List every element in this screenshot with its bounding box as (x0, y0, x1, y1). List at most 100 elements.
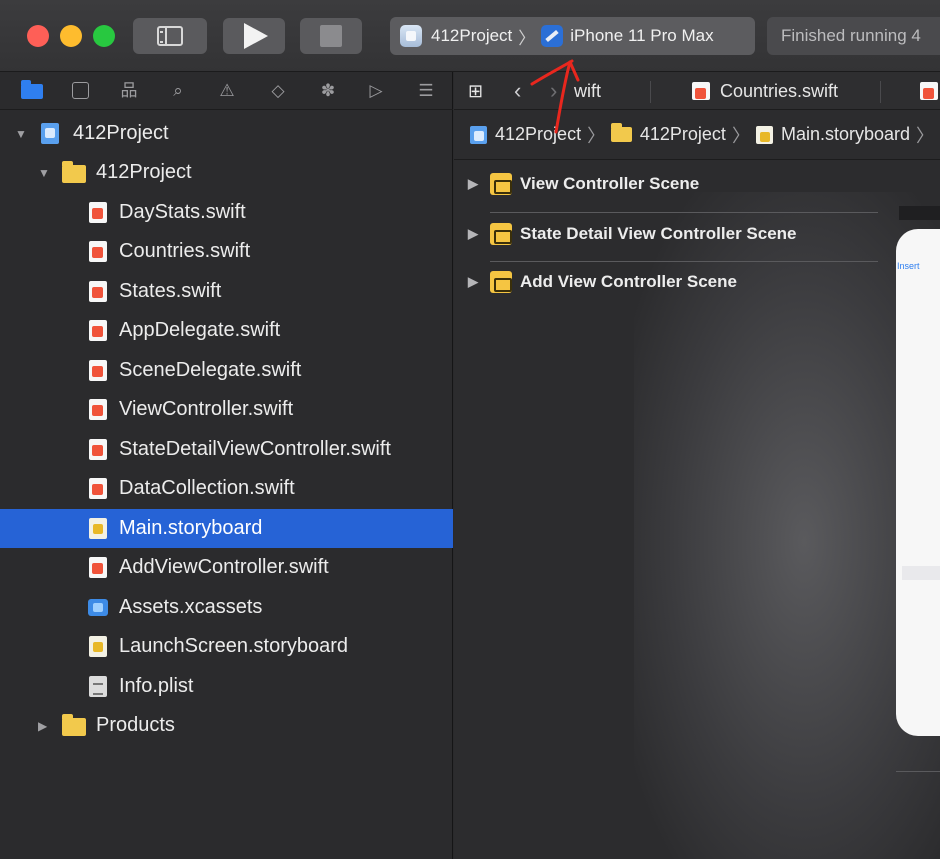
run-button[interactable] (223, 18, 285, 54)
stop-icon (320, 25, 342, 47)
file-row[interactable]: StateDetailViewController.swift (0, 430, 453, 469)
scene-label: Add View Controller Scene (520, 272, 737, 291)
project-navigator: 品 ⌕ ⚠ ◇ ✽ ▷ ☰ ▼ 412Project ▼ 412Project … (0, 72, 453, 859)
warning-icon[interactable]: ⚠ (217, 81, 237, 101)
chevron-right-icon: 〉 (916, 125, 935, 146)
related-items-icon[interactable]: ⊞ (468, 72, 483, 110)
file-label: Main.storyboard (119, 517, 263, 539)
storyboard-file-icon (755, 125, 773, 144)
canvas-insert-label[interactable]: Insert (897, 261, 920, 271)
file-row[interactable]: AppDelegate.swift (0, 311, 453, 350)
debug-icon[interactable]: ✽ (318, 81, 338, 101)
stop-button[interactable] (300, 18, 362, 54)
swift-file-icon (89, 281, 107, 302)
file-label: DayStats.swift (119, 201, 246, 223)
tab-label: Countries.swift (720, 80, 839, 101)
chevron-right-icon: 〉 (518, 28, 536, 48)
swift-file-icon (89, 557, 107, 578)
file-row[interactable]: SceneDelegate.swift (0, 351, 453, 390)
file-label: Assets.xcassets (119, 596, 263, 618)
assets-folder-icon (88, 599, 108, 616)
report-icon[interactable]: ☰ (416, 81, 436, 101)
test-icon[interactable]: ◇ (268, 81, 288, 101)
swift-file-icon (89, 399, 107, 420)
app-icon (400, 25, 422, 47)
products-group-row[interactable]: ▶ Products (0, 706, 453, 745)
scheme-selector[interactable]: 412Project 〉 iPhone 11 Pro Max (390, 17, 755, 55)
group-row[interactable]: ▼ 412Project (0, 153, 453, 192)
toolbar: 412Project 〉 iPhone 11 Pro Max Finished … (0, 0, 940, 72)
disclosure-closed-icon[interactable]: ▶ (468, 274, 478, 290)
breakpoint-icon[interactable]: ▷ (366, 81, 386, 101)
tab-overflow[interactable] (920, 72, 940, 110)
file-row[interactable]: States.swift (0, 272, 453, 311)
scheme-project[interactable]: 412Project (431, 26, 512, 46)
disclosure-closed-icon[interactable]: ▶ (468, 226, 478, 242)
project-name: 412Project (73, 122, 169, 144)
scene-icon (490, 223, 512, 245)
file-label: Countries.swift (119, 240, 251, 262)
file-label: SceneDelegate.swift (119, 359, 302, 381)
folder-icon (62, 161, 86, 183)
annotation-arrow-icon (530, 59, 580, 134)
project-icon (470, 125, 488, 144)
scene-label: State Detail View Controller Scene (520, 224, 797, 243)
scene-row[interactable]: ▶ State Detail View Controller Scene (454, 210, 884, 258)
activity-status: Finished running 4 (767, 17, 940, 55)
storyboard-device-frame[interactable] (896, 229, 940, 736)
storyboard-file-icon (89, 636, 107, 657)
file-row[interactable]: ViewController.swift (0, 390, 453, 429)
sidebar-icon (157, 26, 183, 46)
zoom-window-button[interactable] (93, 25, 115, 47)
file-row-selected[interactable]: Main.storyboard (0, 509, 453, 548)
swift-file-icon (89, 320, 107, 341)
file-label: AppDelegate.swift (119, 319, 281, 341)
plist-file-icon (89, 676, 107, 697)
folder-icon[interactable] (21, 80, 43, 101)
file-row[interactable]: LaunchScreen.storyboard (0, 627, 453, 666)
scheme-device[interactable]: iPhone 11 Pro Max (570, 26, 713, 46)
file-label: ViewController.swift (119, 398, 294, 420)
swift-file-icon (920, 82, 938, 100)
canvas-tab-bar (902, 566, 940, 580)
search-icon[interactable]: ⌕ (168, 81, 188, 101)
tab-countries-swift[interactable]: Countries.swift (692, 72, 838, 110)
file-row[interactable]: Countries.swift (0, 232, 453, 271)
file-row[interactable]: DataCollection.swift (0, 469, 453, 508)
project-root-row[interactable]: ▼ 412Project (0, 114, 453, 153)
navigator-tab-bar: 品 ⌕ ⚠ ◇ ✽ ▷ ☰ (0, 72, 453, 110)
storyboard-file-icon (89, 518, 107, 539)
disclosure-closed-icon[interactable]: ▶ (38, 719, 47, 733)
disclosure-open-icon[interactable]: ▼ (38, 166, 50, 180)
toggle-navigator-button[interactable] (133, 18, 207, 54)
swift-file-icon (89, 241, 107, 262)
chevron-right-icon: 〉 (731, 125, 750, 146)
file-row[interactable]: Assets.xcassets (0, 588, 453, 627)
folder-icon (611, 123, 632, 142)
play-icon (244, 23, 268, 49)
file-row[interactable]: Info.plist (0, 667, 453, 706)
minimize-window-button[interactable] (60, 25, 82, 47)
file-label: States.swift (119, 280, 222, 302)
source-control-icon[interactable] (70, 81, 90, 101)
disclosure-open-icon[interactable]: ▼ (15, 127, 27, 141)
swift-file-icon (89, 478, 107, 499)
symbol-icon[interactable]: 品 (119, 81, 139, 101)
file-row[interactable]: DayStats.swift (0, 193, 453, 232)
device-icon (541, 25, 564, 47)
disclosure-closed-icon[interactable]: ▶ (468, 176, 478, 192)
file-label: LaunchScreen.storyboard (119, 635, 349, 657)
jump-bar-group[interactable]: 412Project (640, 124, 726, 145)
folder-icon (62, 714, 86, 736)
jump-bar-file[interactable]: Main.storyboard (781, 124, 910, 145)
scene-row[interactable]: ▶ Add View Controller Scene (454, 258, 884, 306)
file-label: Info.plist (119, 675, 194, 697)
file-row[interactable]: AddViewController.swift (0, 548, 453, 587)
close-window-button[interactable] (27, 25, 49, 47)
canvas-scene-bar (899, 206, 940, 220)
scene-row[interactable]: ▶ View Controller Scene (454, 160, 884, 208)
swift-file-icon (89, 439, 107, 460)
editor-area: ⊞ ‹ › wift Countries.swift 412Project 〉 … (454, 72, 940, 859)
file-label: AddViewController.swift (119, 556, 329, 578)
project-icon (41, 123, 59, 144)
